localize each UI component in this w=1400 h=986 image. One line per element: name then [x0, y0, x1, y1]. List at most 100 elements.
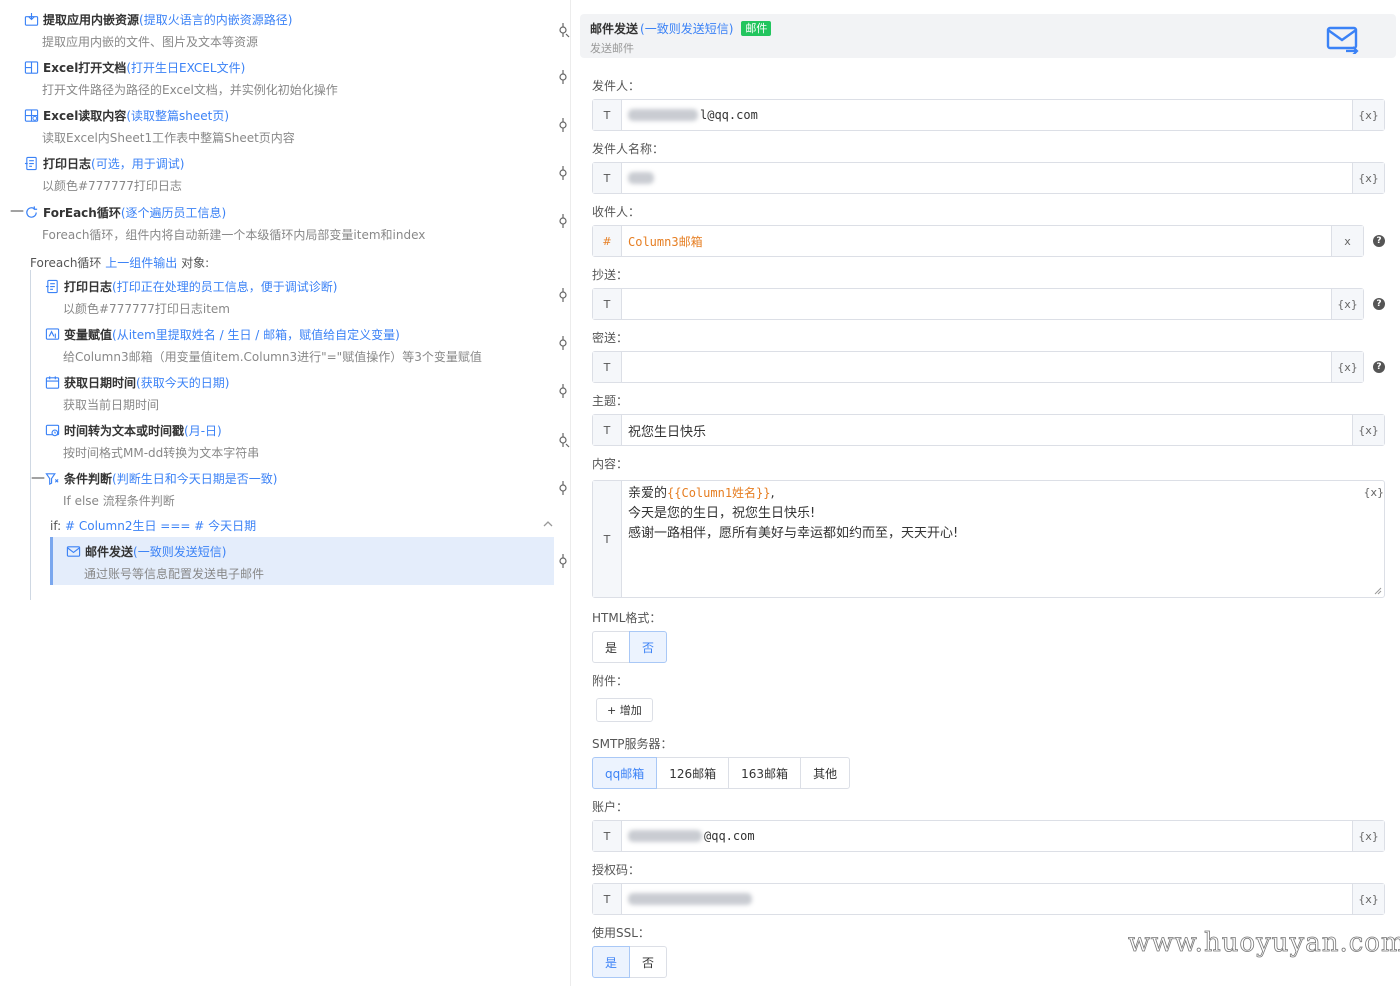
variable-insert-button[interactable]: {x} — [1352, 884, 1384, 914]
collapse-toggle[interactable]: — — [10, 204, 24, 218]
text-type-prefix[interactable]: T — [593, 481, 622, 597]
connector-pin-icon[interactable] — [556, 335, 570, 351]
step-title: 打印日志 — [43, 156, 92, 171]
flow-step-foreach[interactable]: ForEach循环 (逐个遍历员工信息) Foreach循环，组件内将自动新建一… — [24, 204, 425, 243]
content-textarea[interactable]: T 亲爱的{{Column1姓名}}, 今天是您的生日，祝您生日快乐! 感谢一路… — [592, 480, 1385, 598]
content-body[interactable]: 亲爱的{{Column1姓名}}, 今天是您的生日，祝您生日快乐! 感谢一路相伴… — [622, 481, 1384, 597]
assign-variable-icon — [45, 327, 60, 342]
flow-step-assign-variable[interactable]: 变量赋值 (从item里提取姓名 / 生日 / 邮箱，赋值给自定义变量) 给Col… — [45, 326, 482, 365]
text-type-prefix[interactable]: T — [593, 821, 622, 851]
flow-step-get-datetime[interactable]: 获取日期时间 (获取今天的日期) 获取当前日期时间 — [45, 374, 229, 413]
smtp-label: SMTP服务器： — [592, 737, 673, 751]
variable-insert-button[interactable]: {x} — [1363, 483, 1384, 503]
component-hint: (一致则发送短信) — [640, 22, 734, 36]
collapse-toggle[interactable]: — — [31, 471, 45, 485]
greeting-text: 亲爱的 — [628, 486, 668, 501]
smtp-option-163[interactable]: 163邮箱 — [728, 757, 802, 789]
smtp-option-qq[interactable]: qq邮箱 — [592, 757, 658, 789]
cc-field[interactable]: T {x} — [592, 288, 1364, 320]
subject-value[interactable]: 祝您生日快乐 — [622, 415, 1352, 445]
sender-value[interactable]: l@qq.com — [622, 100, 1352, 130]
variable-insert-button[interactable]: {x} — [1352, 821, 1384, 851]
subject-label: 主题： — [592, 394, 629, 408]
auth-code-field[interactable]: T {x} — [592, 883, 1385, 915]
variable-insert-button[interactable]: {x} — [1352, 415, 1384, 445]
flow-step-print-log-item[interactable]: 打印日志 (打印正在处理的员工信息，便于调试诊断) 以颜色#777777打印日志i… — [45, 278, 337, 317]
connector-pin-icon[interactable] — [556, 117, 570, 133]
flow-step-mail-send[interactable]: 邮件发送 (一致则发送短信) 通过账号等信息配置发送电子邮件 — [66, 543, 264, 582]
connector-pin-icon[interactable] — [556, 480, 570, 496]
component-subtitle: 发送邮件 — [590, 42, 634, 55]
sender-name-field[interactable]: T {x} — [592, 162, 1385, 194]
connector-pin-icon[interactable] — [556, 165, 570, 181]
flow-step-condition[interactable]: 条件判断 (判断生日和今天日期是否一致) If else 流程条件判断 — [45, 470, 277, 509]
account-value-visible: @qq.com — [704, 829, 755, 843]
resize-grip-icon[interactable] — [1374, 587, 1382, 595]
flow-step-excel-read[interactable]: Excel读取内容 (读取整篇sheet页) 读取Excel内Sheet1工作表中… — [24, 107, 295, 146]
add-attachment-button[interactable]: + 增加 — [596, 698, 653, 722]
step-title: 获取日期时间 — [64, 375, 137, 390]
foreach-source-link[interactable]: 上一组件输出 — [105, 256, 177, 270]
smtp-option-126[interactable]: 126邮箱 — [656, 757, 730, 789]
ssl-no-option[interactable]: 否 — [629, 946, 668, 978]
flow-step-extract-resource[interactable]: 提取应用内嵌资源 (提取火语言的内嵌资源路径) 提取应用内嵌的文件、图片及文本等资… — [24, 11, 292, 50]
connector-pin-icon[interactable] — [556, 69, 570, 85]
recipient-value[interactable]: Column3邮箱 — [622, 226, 1331, 256]
flow-step-time-convert[interactable]: 时间转为文本或时间戳 (月-日) 按时间格式MM-dd转换为文本字符串 — [45, 422, 259, 461]
variable-insert-button[interactable]: {x} — [1352, 100, 1384, 130]
connector-pin-icon[interactable] — [556, 287, 570, 303]
bcc-value[interactable] — [622, 352, 1331, 382]
print-log-icon — [45, 279, 60, 294]
sender-field[interactable]: T l@qq.com {x} — [592, 99, 1385, 131]
foreach-source-line: Foreach循环 上一组件输出 对象: — [30, 254, 209, 271]
connector-pin-icon[interactable] — [556, 213, 570, 229]
variable-insert-button[interactable]: {x} — [1352, 163, 1384, 193]
auth-code-value[interactable] — [622, 884, 1352, 914]
chevron-up-icon[interactable] — [542, 518, 554, 530]
text-type-prefix[interactable]: T — [593, 289, 622, 319]
subject-field[interactable]: T 祝您生日快乐 {x} — [592, 414, 1385, 446]
flow-step-excel-open[interactable]: Excel打开文档 (打开生日EXCEL文件) 打开文件路径为路径的Excel文档… — [24, 59, 338, 98]
excel-open-icon — [24, 60, 39, 75]
connector-pin-icon[interactable] — [556, 432, 570, 448]
bcc-label: 密送： — [592, 331, 629, 345]
help-icon[interactable]: ? — [1373, 298, 1385, 310]
clear-button[interactable]: x — [1331, 226, 1363, 256]
text-type-prefix[interactable]: T — [593, 163, 622, 193]
help-icon[interactable]: ? — [1373, 235, 1385, 247]
bcc-field[interactable]: T {x} — [592, 351, 1364, 383]
smtp-option-other[interactable]: 其他 — [800, 757, 851, 789]
step-hint: (月-日) — [184, 423, 222, 438]
condition-icon — [45, 471, 60, 486]
content-line-2: 今天是您的生日，祝您生日快乐! — [628, 506, 816, 521]
flow-step-print-log[interactable]: 打印日志 (可选，用于调试) 以颜色#777777打印日志 — [24, 155, 184, 194]
cc-value[interactable] — [622, 289, 1331, 319]
connector-pin-icon[interactable] — [556, 22, 570, 38]
account-value[interactable]: @qq.com — [622, 821, 1352, 851]
html-yes-option[interactable]: 是 — [592, 631, 631, 663]
if-condition-line[interactable]: if: # Column2生日 === # 今天日期 — [50, 517, 256, 534]
step-desc: 按时间格式MM-dd转换为文本字符串 — [63, 446, 260, 460]
sender-name-label: 发件人名称： — [592, 142, 665, 156]
ssl-toggle[interactable]: 是 否 — [592, 946, 668, 978]
text-type-prefix[interactable]: T — [593, 100, 622, 130]
text-type-prefix[interactable]: T — [593, 884, 622, 914]
step-desc: 打开文件路径为路径的Excel文档，并实例化初始化操作 — [42, 83, 338, 97]
smtp-server-toggle[interactable]: qq邮箱 126邮箱 163邮箱 其他 — [592, 757, 851, 789]
variable-type-prefix[interactable]: # — [593, 226, 622, 256]
step-hint: (打印正在处理的员工信息，便于调试诊断) — [112, 279, 338, 294]
text-type-prefix[interactable]: T — [593, 415, 622, 445]
text-type-prefix[interactable]: T — [593, 352, 622, 382]
html-format-toggle[interactable]: 是 否 — [592, 631, 668, 663]
html-no-option[interactable]: 否 — [629, 631, 668, 663]
sender-name-value[interactable] — [622, 163, 1352, 193]
account-field[interactable]: T @qq.com {x} — [592, 820, 1385, 852]
recipient-field[interactable]: # Column3邮箱 x — [592, 225, 1364, 257]
step-title: 提取应用内嵌资源 — [43, 12, 140, 27]
variable-insert-button[interactable]: {x} — [1331, 289, 1363, 319]
connector-pin-icon[interactable] — [556, 383, 570, 399]
help-icon[interactable]: ? — [1373, 361, 1385, 373]
connector-pin-icon[interactable] — [556, 553, 570, 569]
ssl-yes-option[interactable]: 是 — [592, 946, 631, 978]
variable-insert-button[interactable]: {x} — [1331, 352, 1363, 382]
